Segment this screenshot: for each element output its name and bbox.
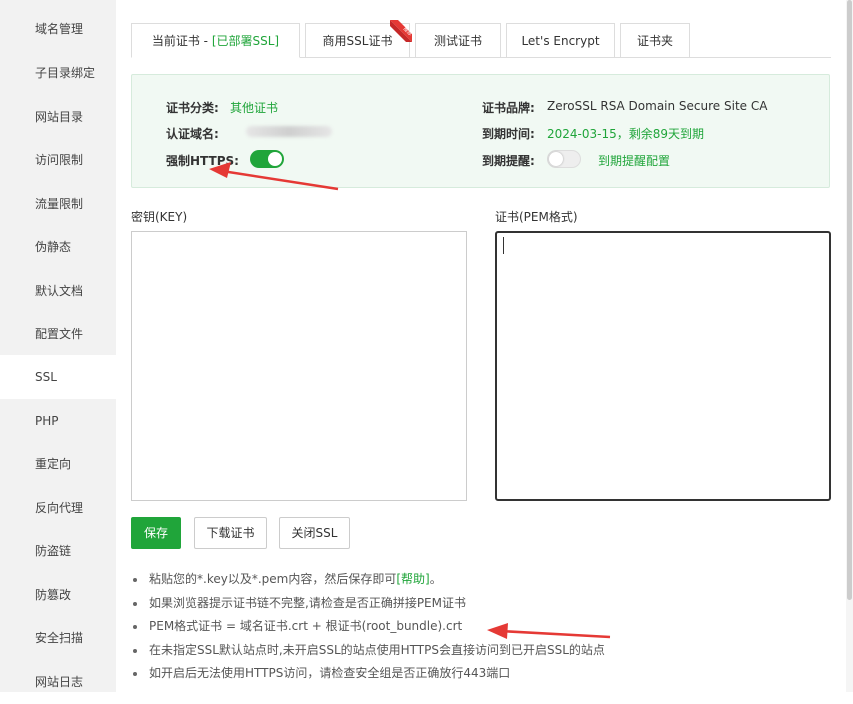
list-item: 如果浏览器提示证书链不完整,请检查是否正确拼接PEM证书 <box>131 592 605 616</box>
tab-lets-encrypt-label: Let's Encrypt <box>521 34 600 48</box>
sidebar-item-traffic-limit[interactable]: 流量限制 <box>0 182 116 226</box>
expiry-label: 到期时间: <box>482 127 535 141</box>
expiry-value: 2024-03-15，剩余89天到期 <box>547 127 705 141</box>
sidebar-item-label: 网站目录 <box>35 110 84 124</box>
sidebar-item-security-scan[interactable]: 安全扫描 <box>0 616 116 660</box>
sidebar-item-label: 伪静态 <box>35 240 72 254</box>
download-certificate-button[interactable]: 下载证书 <box>194 517 267 549</box>
sidebar-item-label: 默认文档 <box>35 284 84 298</box>
sidebar-item-label: 配置文件 <box>35 327 84 341</box>
sidebar-item-label: 重定向 <box>35 457 72 471</box>
brand-label: 证书品牌: <box>482 101 535 115</box>
sidebar-item-label: 防盗链 <box>35 544 72 558</box>
scrollbar-thumb[interactable] <box>847 0 852 600</box>
brand-value: ZeroSSL RSA Domain Secure Site CA <box>547 99 768 113</box>
reminder-config-link[interactable]: 到期提醒配置 <box>598 152 670 169</box>
tip-text: PEM格式证书 = 域名证书.crt + 根证书(root_bundle).cr… <box>149 619 463 633</box>
sidebar: 域名管理 子目录绑定 网站目录 访问限制 流量限制 伪静态 默认文档 配置文件 … <box>0 0 116 692</box>
sidebar-item-default-document[interactable]: 默认文档 <box>0 269 116 313</box>
sidebar-item-site-directory[interactable]: 网站目录 <box>0 95 116 139</box>
tab-current-certificate[interactable]: 当前证书 - [已部署SSL] <box>131 23 300 58</box>
sidebar-item-label: 访问限制 <box>35 153 84 167</box>
toggle-knob <box>268 152 282 166</box>
key-label: 密钥(KEY) <box>131 210 188 224</box>
sidebar-item-php[interactable]: PHP <box>0 399 116 443</box>
toggle-knob <box>549 152 563 166</box>
force-https-toggle[interactable] <box>250 150 284 168</box>
tip-text: 如开启后无法使用HTTPS访问，请检查安全组是否正确放行443端口 <box>149 666 511 680</box>
sidebar-item-site-log[interactable]: 网站日志 <box>0 660 116 704</box>
tab-folder-label: 证书夹 <box>636 34 673 48</box>
recommend-ribbon-icon: 推荐 <box>390 20 412 42</box>
sidebar-item-label: 反向代理 <box>35 501 84 515</box>
tab-commercial-label: 商用SSL证书 <box>322 34 393 48</box>
sidebar-item-subdirectory-binding[interactable]: 子目录绑定 <box>0 51 116 95</box>
force-https-label: 强制HTTPS: <box>166 154 239 168</box>
category-value: 其他证书 <box>230 101 279 115</box>
sidebar-item-label: SSL <box>35 370 57 384</box>
sidebar-item-label: 域名管理 <box>35 22 84 36</box>
reminder-label: 到期提醒: <box>482 154 535 168</box>
sidebar-item-redirect[interactable]: 重定向 <box>0 442 116 486</box>
tab-certificate-folder[interactable]: 证书夹 <box>620 23 690 58</box>
tip-end: 。 <box>429 572 442 586</box>
domain-label: 认证域名: <box>166 127 219 141</box>
save-button[interactable]: 保存 <box>131 517 181 549</box>
sidebar-item-domain-management[interactable]: 域名管理 <box>0 7 116 51</box>
pem-label: 证书(PEM格式) <box>495 210 578 224</box>
blurred-domain <box>246 126 332 137</box>
pem-textarea[interactable] <box>495 231 831 501</box>
tip-text: 粘贴您的*.key以及*.pem内容，然后保存即可 <box>149 572 397 586</box>
close-ssl-button[interactable]: 关闭SSL <box>279 517 350 549</box>
ssl-panel: 当前证书 - [已部署SSL] 商用SSL证书 测试证书 Let's Encry… <box>116 0 853 692</box>
tip-text: 如果浏览器提示证书链不完整,请检查是否正确拼接PEM证书 <box>149 595 466 610</box>
tips-list: 粘贴您的*.key以及*.pem内容，然后保存即可[帮助]。 如果浏览器提示证书… <box>131 568 605 686</box>
list-item: PEM格式证书 = 域名证书.crt + 根证书(root_bundle).cr… <box>131 615 605 639</box>
sidebar-item-label: 安全扫描 <box>35 631 84 645</box>
sidebar-item-label: 流量限制 <box>35 197 84 211</box>
sidebar-item-rewrite[interactable]: 伪静态 <box>0 225 116 269</box>
sidebar-item-hotlink-protection[interactable]: 防盗链 <box>0 529 116 573</box>
sidebar-item-label: 网站日志 <box>35 675 84 689</box>
tab-test-certificate[interactable]: 测试证书 <box>415 23 501 58</box>
text-cursor <box>503 237 504 254</box>
list-item: 如开启后无法使用HTTPS访问，请检查安全组是否正确放行443端口 <box>131 662 605 686</box>
tab-lets-encrypt[interactable]: Let's Encrypt <box>506 23 615 58</box>
sidebar-item-label: 子目录绑定 <box>35 66 96 80</box>
certificate-info-box: 证书分类: 其他证书 认证域名: 强制HTTPS: 证书品牌: ZeroSSL … <box>131 74 830 188</box>
tip-text: 在未指定SSL默认站点时,未开启SSL的站点使用HTTPS会直接访问到已开启SS… <box>149 642 605 657</box>
tab-test-label: 测试证书 <box>433 34 482 48</box>
sidebar-item-ssl[interactable]: SSL <box>0 355 116 399</box>
sidebar-item-reverse-proxy[interactable]: 反向代理 <box>0 486 116 530</box>
key-textarea[interactable] <box>131 231 467 501</box>
list-item: 在未指定SSL默认站点时,未开启SSL的站点使用HTTPS会直接访问到已开启SS… <box>131 639 605 663</box>
list-item: 粘贴您的*.key以及*.pem内容，然后保存即可[帮助]。 <box>131 568 605 592</box>
sidebar-item-access-restriction[interactable]: 访问限制 <box>0 138 116 182</box>
sidebar-item-label: PHP <box>35 414 59 428</box>
sidebar-item-tamper-proof[interactable]: 防篡改 <box>0 573 116 617</box>
tab-current-label: 当前证书 - <box>151 34 212 48</box>
sidebar-item-config-file[interactable]: 配置文件 <box>0 312 116 356</box>
category-label: 证书分类: <box>166 101 219 115</box>
tab-current-status: [已部署SSL] <box>211 34 280 48</box>
sidebar-item-label: 防篡改 <box>35 588 72 602</box>
scrollbar[interactable] <box>846 0 853 692</box>
help-link[interactable]: [帮助] <box>396 572 429 586</box>
expiry-reminder-toggle[interactable] <box>547 150 581 168</box>
